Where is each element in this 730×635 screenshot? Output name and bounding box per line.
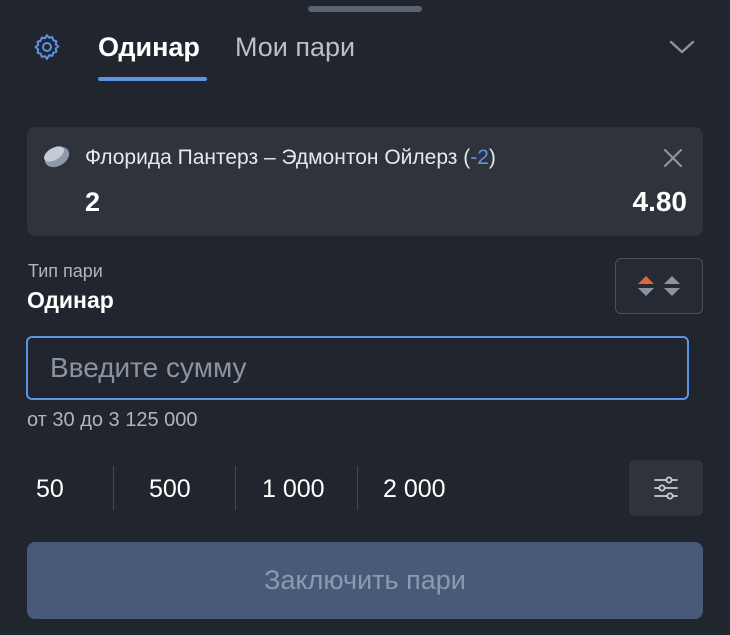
odds-change-button[interactable] (615, 258, 703, 314)
divider (235, 466, 236, 510)
sliders-icon (654, 476, 678, 500)
place-bet-button[interactable]: Заключить пари (27, 542, 703, 619)
gear-icon (34, 34, 60, 60)
chevron-down-icon (669, 40, 695, 54)
amount-range-hint: от 30 до 3 125 000 (27, 409, 198, 431)
sort-arrows-icon (638, 276, 680, 296)
betslip-header: Одинар Мои пари (0, 0, 730, 86)
quick-amount-500[interactable]: 500 (149, 474, 191, 504)
handicap-value: -2 (470, 146, 489, 169)
outcome-label: 2 (85, 187, 101, 217)
close-icon (663, 148, 683, 168)
event-name: Флорида Пантерз – Эдмонтон Ойлерз (-2) (85, 146, 496, 169)
tab-my-bets[interactable]: Мои пари (235, 31, 355, 63)
bet-type-label: Тип пари (28, 261, 103, 281)
divider (113, 466, 114, 510)
settings-button[interactable] (30, 30, 64, 64)
hockey-puck-icon (44, 146, 70, 168)
collapse-button[interactable] (664, 30, 700, 64)
active-tab-indicator (98, 77, 207, 81)
quick-amount-1000[interactable]: 1 000 (262, 474, 325, 504)
amount-input[interactable] (26, 336, 689, 400)
quick-amount-50[interactable]: 50 (36, 474, 64, 504)
bet-card: Флорида Пантерз – Эдмонтон Ойлерз (-2) 2… (27, 127, 703, 236)
divider (357, 466, 358, 510)
odds-value: 4.80 (632, 186, 688, 217)
amount-presets-button[interactable] (629, 460, 703, 516)
quick-amount-2000[interactable]: 2 000 (383, 474, 446, 504)
bet-type-value: Одинар (27, 287, 114, 313)
remove-bet-button[interactable] (659, 144, 687, 172)
tab-single[interactable]: Одинар (98, 31, 200, 63)
